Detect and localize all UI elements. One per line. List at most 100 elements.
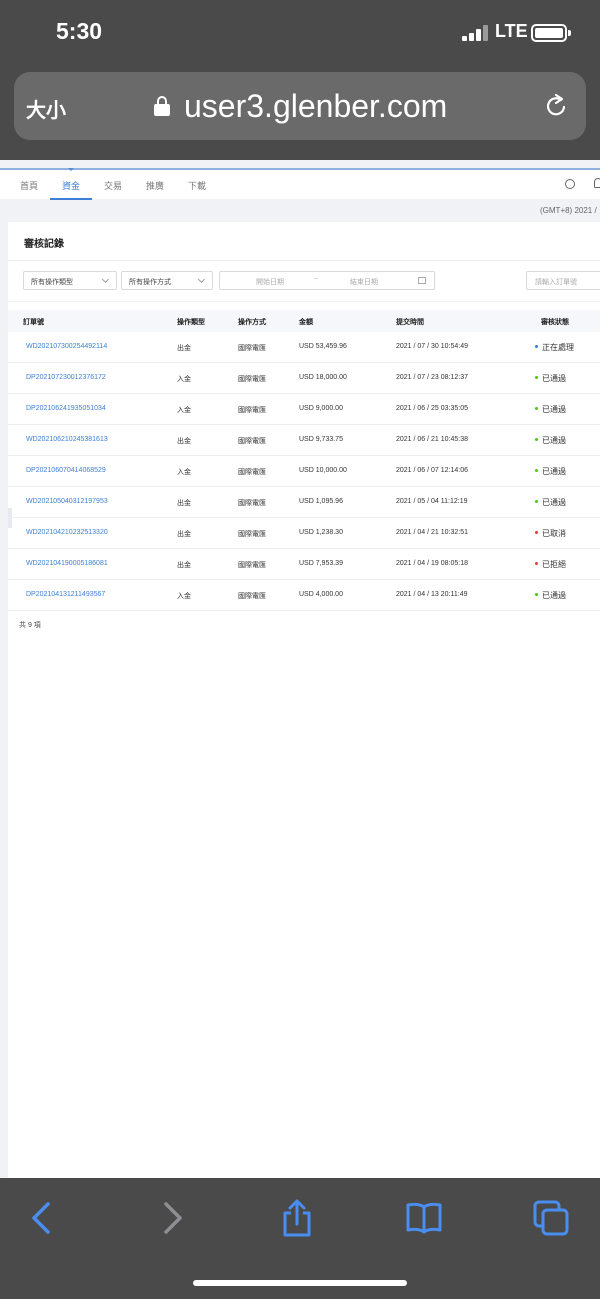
table-row[interactable]: DP202104131211493567 入金 國際電匯 USD 4,000.00 20… [8,580,600,611]
order-number-link[interactable]: WD202107300254492114 [26,343,107,350]
submit-time-cell: 2021 / 04 / 13 20:11:49 [396,591,468,598]
page-title: 審核記錄 [24,239,64,250]
status-badge: 已拒絕 [535,559,566,570]
bookmarks-icon[interactable] [404,1198,444,1238]
table-row[interactable]: WD202105040312197953 出金 國際電匯 USD 1,095.96 20… [8,487,600,518]
operation-type-cell: 入金 [177,376,191,383]
operation-method-cell: 國際電匯 [238,345,266,352]
amount-cell: USD 18,000.00 [299,374,347,381]
status-label: 正在處理 [542,343,574,352]
share-icon[interactable] [277,1198,317,1238]
operation-type-select[interactable]: 所有操作類型 [23,271,117,290]
amount-cell: USD 4,000.00 [299,591,343,598]
status-dot-icon [535,469,538,472]
header-method: 操作方式 [238,319,266,326]
status-badge: 已通過 [535,373,566,384]
header-type: 操作類型 [177,319,205,326]
order-search-input[interactable]: 請輸入訂單號 [526,271,600,290]
end-date-placeholder[interactable]: 結束日期 [350,277,378,287]
operation-type-cell: 出金 [177,345,191,352]
header-status: 審核狀態 [541,319,569,326]
order-number-link[interactable]: DP202106241935051034 [26,405,106,412]
header-amount: 金額 [299,319,313,326]
home-indicator[interactable] [193,1280,407,1286]
table-row[interactable]: WD202104190005186081 出金 國際電匯 USD 7,953.39 20… [8,549,600,580]
calendar-icon [418,277,426,284]
audit-records-panel: 審核記錄 所有操作類型 所有操作方式 開始日期 ~ 結束日期 請輸入訂單號 訂單… [8,222,600,1178]
status-label: 已通過 [542,436,566,445]
amount-cell: USD 7,953.39 [299,560,343,567]
network-label: LTE [495,21,528,41]
operation-method-select[interactable]: 所有操作方式 [121,271,213,290]
status-dot-icon [535,407,538,410]
status-bar: 5:30 LTE [0,0,600,64]
order-number-link[interactable]: WD202104190005186081 [26,560,108,567]
total-count: 共 9 項 [19,622,41,629]
table-row[interactable]: WD202104210232513320 出金 國際電匯 USD 1,238.30 20… [8,518,600,549]
signal-icon [462,25,490,41]
table-row[interactable]: DP202106241935051034 入金 國際電匯 USD 9,000.00 20… [8,394,600,425]
status-label: 已通過 [542,498,566,507]
status-badge: 已取消 [535,528,566,539]
tab-promotion[interactable]: 推廣 [146,179,164,192]
submit-time-cell: 2021 / 07 / 23 08:12:37 [396,374,469,381]
status-dot-icon [535,500,538,503]
operation-method-cell: 國際電匯 [238,469,266,476]
order-number-link[interactable]: DP202104131211493567 [26,591,105,598]
submit-time-cell: 2021 / 06 / 07 12:14:06 [396,467,469,474]
status-label: 已通過 [542,591,566,600]
web-page: 首頁 資金 交易 推廣 下載 (GMT+8) 2021 / 審核記錄 所有操作類… [0,160,600,1178]
title-divider [8,260,600,261]
back-icon[interactable] [22,1198,62,1238]
lock-icon [154,96,170,116]
date-range-picker[interactable]: 開始日期 ~ 結束日期 [219,271,435,290]
table-row[interactable]: WD202106210245381613 出金 國際電匯 USD 9,733.75 20… [8,425,600,456]
tabs-icon[interactable] [531,1198,571,1238]
operation-method-cell: 國際電匯 [238,438,266,445]
order-number-link[interactable]: DP202106070414068529 [26,467,106,474]
order-number-link[interactable]: DP202107230012376172 [26,374,106,381]
submit-time-cell: 2021 / 06 / 25 03:35:05 [396,405,469,412]
status-dot-icon [535,376,538,379]
status-label: 已通過 [542,405,566,414]
submit-time-cell: 2021 / 04 / 19 08:05:18 [396,560,469,567]
address-bar[interactable]: 大小 user3.glenber.com [14,72,586,140]
timezone-bar: (GMT+8) 2021 / [0,204,600,220]
status-badge: 正在處理 [535,342,574,353]
table-row[interactable]: DP202106070414068529 入金 國際電匯 USD 10,000.00 2… [8,456,600,487]
tab-home[interactable]: 首頁 [20,179,38,192]
chevron-down-icon [101,275,110,284]
operation-method-cell: 國際電匯 [238,562,266,569]
status-badge: 已通過 [535,404,566,415]
status-dot-icon [535,593,538,596]
operation-type-cell: 入金 [177,469,191,476]
url-text[interactable]: user3.glenber.com [184,88,447,125]
submit-time-cell: 2021 / 06 / 21 10:45:38 [396,436,469,443]
bell-icon[interactable] [594,178,600,188]
table-row[interactable]: WD202107300254492114 出金 國際電匯 USD 53,459.96 2… [8,332,600,363]
reload-icon[interactable] [542,92,570,120]
start-date-placeholder[interactable]: 開始日期 [256,277,284,287]
status-label: 已取消 [542,529,566,538]
tab-funds[interactable]: 資金 [62,179,80,192]
operation-type-cell: 入金 [177,407,191,414]
status-badge: 已通過 [535,466,566,477]
submit-time-cell: 2021 / 04 / 21 10:32:51 [396,529,469,536]
tab-trade[interactable]: 交易 [104,179,122,192]
operation-type-cell: 出金 [177,562,191,569]
filter-divider [8,301,600,302]
order-number-link[interactable]: WD202105040312197953 [26,498,108,505]
table-row[interactable]: DP202107230012376172 入金 國際電匯 USD 18,000.00 2… [8,363,600,394]
text-size-button[interactable]: 大小 [26,94,66,123]
status-dot-icon [535,562,538,565]
top-nav: 首頁 資金 交易 推廣 下載 [0,168,600,200]
operation-type-cell: 出金 [177,500,191,507]
order-number-link[interactable]: WD202104210232513320 [26,529,108,536]
tab-download[interactable]: 下載 [188,179,206,192]
status-dot-icon [535,438,538,441]
support-icon[interactable] [565,179,575,189]
order-number-link[interactable]: WD202106210245381613 [26,436,108,443]
amount-cell: USD 53,459.96 [299,343,347,350]
forward-icon[interactable] [152,1198,192,1238]
operation-type-value: 所有操作類型 [31,279,73,286]
